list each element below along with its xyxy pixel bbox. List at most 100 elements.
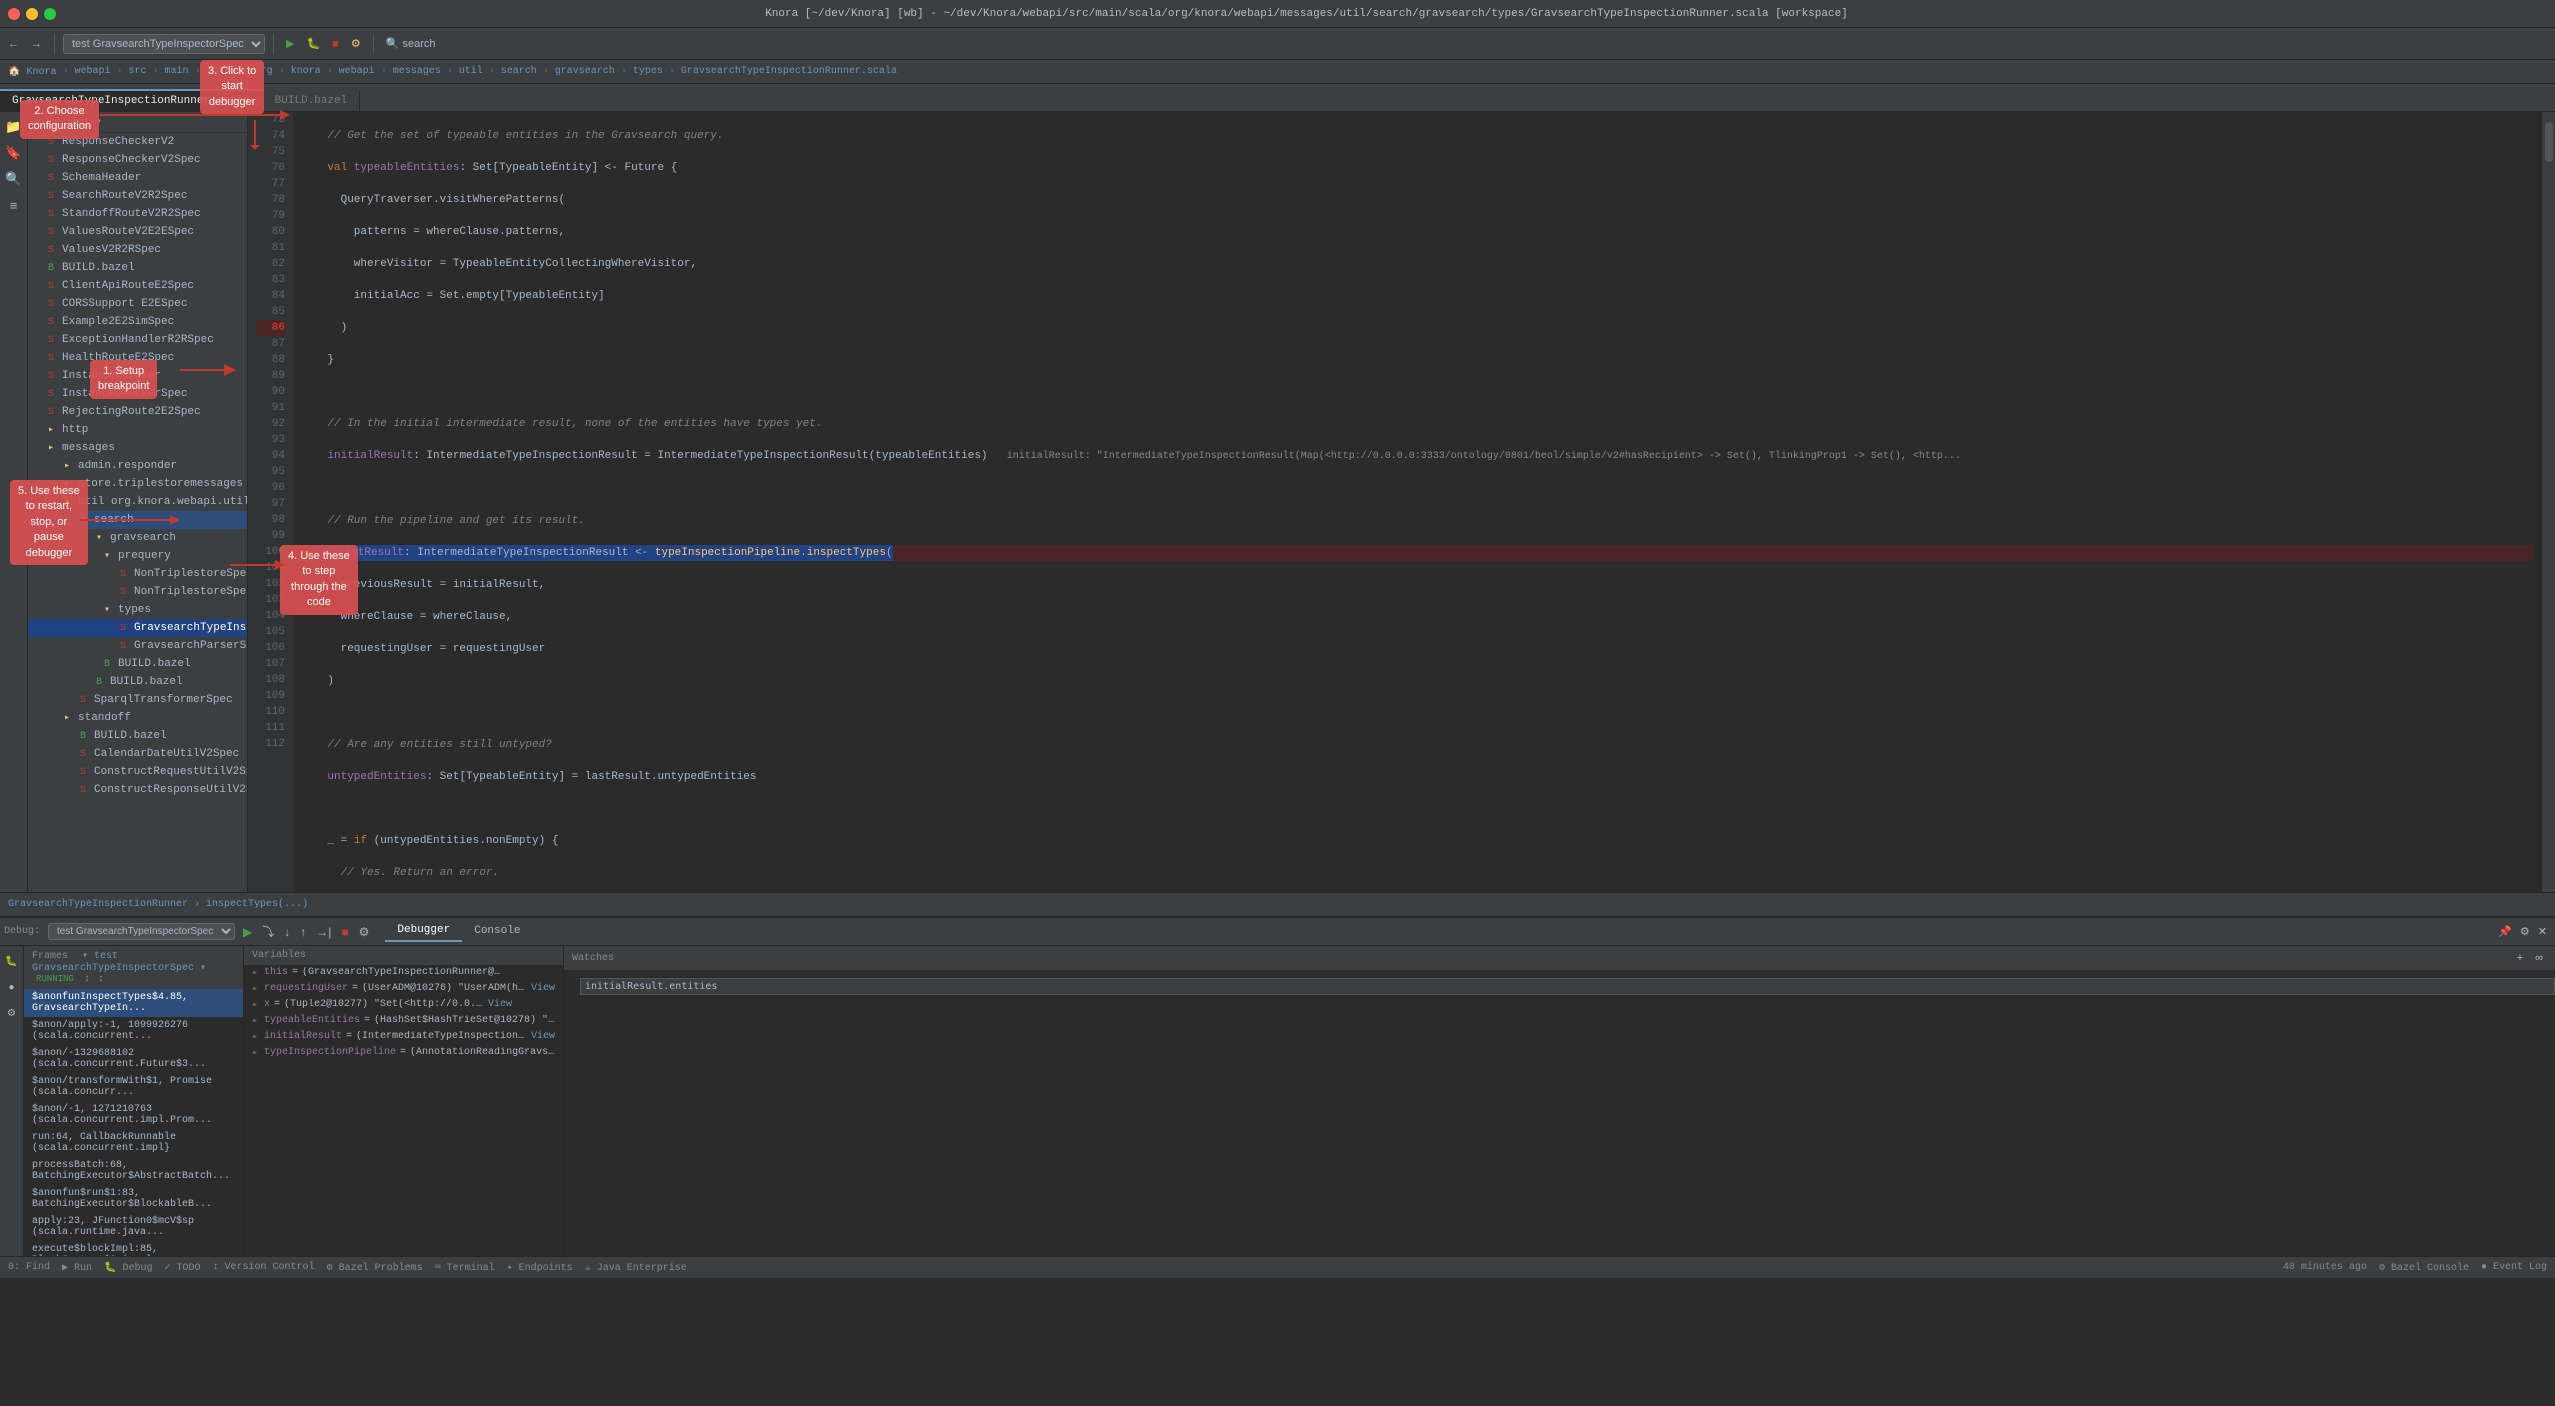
settings-button[interactable]: ⚙ (2516, 923, 2534, 940)
window-controls[interactable] (8, 8, 56, 20)
watches-input-area[interactable] (564, 970, 2555, 1003)
step-into-button[interactable]: ↓ (280, 923, 294, 941)
tree-ResponseCheckerV2Spec[interactable]: S ResponseCheckerV2Spec (28, 151, 247, 169)
tree-admin-responder[interactable]: ▸ admin.responder (28, 457, 247, 475)
frame-item-4[interactable]: $anon/-1, 1271210763 (scala.concurrent.i… (24, 1101, 243, 1129)
tree-BUILD-bazel-2[interactable]: B BUILD.bazel (28, 655, 247, 673)
minimize-button[interactable] (26, 8, 38, 20)
tree-ClientApiRouteE2Spec[interactable]: S ClientApiRouteE2Spec (28, 277, 247, 295)
frame-item-7[interactable]: $anonfun$run$1:83, BatchingExecutor$Bloc… (24, 1185, 243, 1213)
expand-icon[interactable]: ▸ (252, 967, 264, 979)
step-out-button[interactable]: ↑ (296, 923, 310, 941)
run-button[interactable]: ▶ (282, 35, 298, 52)
tree-Example2E2SimSpec[interactable]: S Example2E2SimSpec (28, 313, 247, 331)
status-vcs[interactable]: ↕ Version Control (213, 1262, 315, 1273)
settings-icon[interactable]: ⚙ (1, 1002, 23, 1024)
frame-item-8[interactable]: apply:23, JFunction0$mcV$sp (scala.runti… (24, 1213, 243, 1241)
resume-button[interactable]: ▶ (239, 923, 256, 941)
tree-ExceptionHandlerR2RSpec[interactable]: S ExceptionHandlerR2RSpec (28, 331, 247, 349)
expand-frames[interactable]: ↕ (84, 974, 90, 985)
code-container[interactable]: 73 74 75 76 77 78 79 80 81 82 83 84 85 8… (248, 112, 2541, 892)
frame-item-6[interactable]: processBatch:68, BatchingExecutor$Abstra… (24, 1157, 243, 1185)
nav-file[interactable]: GravsearchTypeInspectionRunner.scala (677, 64, 901, 79)
expand-icon[interactable]: ▸ (252, 983, 264, 995)
search-toolbar-button[interactable]: 🔍 search (382, 35, 440, 52)
status-event-log[interactable]: ● Event Log (2481, 1262, 2547, 1273)
var-x[interactable]: ▸ x = (Tuple2@10277) "Set(<http://0.0.0.… (244, 997, 563, 1013)
pin-button[interactable]: 📌 (2494, 923, 2516, 940)
tab-debugger[interactable]: Debugger (385, 920, 462, 942)
status-debug[interactable]: 🐛 Debug (104, 1262, 152, 1274)
close-debug-panel[interactable]: ✕ (2534, 923, 2551, 940)
tree-ValuesRouteV2E2ESpec[interactable]: S ValuesRouteV2E2ESpec (28, 223, 247, 241)
tree-BUILD-bazel-standoff[interactable]: B BUILD.bazel (28, 727, 247, 745)
var-typeableEntities[interactable]: ▸ typeableEntities = (HashSet$HashTrieSe… (244, 1013, 563, 1029)
nav-messages[interactable]: messages (389, 64, 445, 79)
run-config-dropdown[interactable]: test GravsearchTypeInspectorSpec (63, 34, 265, 54)
nav-knora[interactable]: 🏠 Knora (4, 64, 60, 80)
expand-icon[interactable]: ▸ (252, 1031, 264, 1043)
tree-messages-folder[interactable]: ▸ messages (28, 439, 247, 457)
tree-GravsearchParserSpec[interactable]: S GravsearchParserSpec (28, 637, 247, 655)
nav-src[interactable]: src (125, 64, 151, 79)
nav-gravsearch[interactable]: gravsearch (551, 64, 619, 79)
expand-icon[interactable]: ▸ (252, 999, 264, 1011)
tree-ValuesV2R2RSpec[interactable]: S ValuesV2R2RSpec (28, 241, 247, 259)
tree-RejectingRoute2E2Spec[interactable]: S RejectingRoute2E2Spec (28, 403, 247, 421)
frame-item-2[interactable]: $anon/-1329688102 (scala.concurrent.Futu… (24, 1045, 243, 1073)
nav-webapi2[interactable]: webapi (335, 64, 379, 79)
var-initialResult[interactable]: ▸ initialResult = (IntermediateTypeInspe… (244, 1029, 563, 1045)
tree-CORSSupport[interactable]: S CORSSupport E2ESpec (28, 295, 247, 313)
status-bazel-console[interactable]: ⚙ Bazel Console (2379, 1262, 2469, 1274)
tab-console[interactable]: Console (462, 921, 532, 941)
nav-main[interactable]: main (161, 64, 193, 79)
status-java[interactable]: ☕ Java Enterprise (585, 1262, 687, 1274)
forward-button[interactable]: → (27, 36, 46, 52)
tree-GravsearchTypeInspectorSpec[interactable]: S GravsearchTypeInspectorSpec (28, 619, 247, 637)
inspect-types-tab-label[interactable]: inspectTypes(...) (206, 899, 308, 910)
frame-item-3[interactable]: $anon/transformWith$1, Promise (scala.co… (24, 1073, 243, 1101)
code-content[interactable]: // Get the set of typeable entities in t… (293, 112, 2541, 892)
var-requestingUser[interactable]: ▸ requestingUser = (UserADM@10276) "User… (244, 981, 563, 997)
nav-util[interactable]: util (455, 64, 487, 79)
tree-BUILD-bazel-1[interactable]: B BUILD.bazel (28, 259, 247, 277)
expand-icon[interactable]: ▸ (252, 1047, 264, 1059)
tree-BUILD-bazel-3[interactable]: B BUILD.bazel (28, 673, 247, 691)
frame-item-9[interactable]: execute$blockImpl:85, BlockContext$8 (sc… (24, 1241, 243, 1256)
build-button[interactable]: ⚙ (347, 35, 365, 52)
tree-NonTriplesStoreTrans[interactable]: S NonTriplestoreSpecificToPrequeryTran (28, 583, 247, 601)
frame-item-5[interactable]: run:64, CallbackRunnable (scala.concurre… (24, 1129, 243, 1157)
step-over-button[interactable]: ⤵ (258, 921, 278, 942)
status-bazel-problems[interactable]: ⚙ Bazel Problems (327, 1262, 423, 1274)
run-to-cursor-button[interactable]: →| (312, 923, 335, 941)
view-link[interactable]: View (531, 983, 555, 994)
var-typeInspectionPipeline[interactable]: ▸ typeInspectionPipeline = (AnnotationRe… (244, 1045, 563, 1061)
nav-search[interactable]: search (497, 64, 541, 79)
view-link[interactable]: View (531, 1031, 555, 1042)
back-button[interactable]: ← (4, 36, 23, 52)
nav-knora2[interactable]: knora (287, 64, 325, 79)
tree-types-folder[interactable]: ▾ types (28, 601, 247, 619)
status-todo[interactable]: ✓ TODO (165, 1262, 201, 1274)
add-watch-button[interactable]: + (2513, 950, 2527, 966)
debugger-icon[interactable]: 🐛 (1, 950, 23, 972)
debug-run-config[interactable]: test GravsearchTypeInspectorSpec (48, 923, 235, 940)
watches-input[interactable] (580, 978, 2555, 995)
nav-webapi[interactable]: webapi (70, 64, 114, 79)
find-button[interactable]: 🔍 (3, 168, 25, 190)
editor-scrollbar[interactable] (2541, 112, 2555, 892)
status-terminal[interactable]: ⌨ Terminal (435, 1262, 495, 1274)
expand-icon[interactable]: ▸ (252, 1015, 264, 1027)
tree-SearchRouteV2R2Spec[interactable]: S SearchRouteV2R2Spec (28, 187, 247, 205)
tree-standoff-folder[interactable]: ▸ standoff (28, 709, 247, 727)
view-link[interactable]: View (488, 999, 512, 1010)
breakpoints-icon[interactable]: ● (1, 976, 23, 998)
debug-button[interactable]: 🐛 (302, 35, 324, 52)
tree-NonTriplesStoreCount[interactable]: S NonTriplestoreSpecificGravsearchToCoun… (28, 565, 247, 583)
expand-watch-button[interactable]: ∞ (2531, 950, 2547, 966)
close-button[interactable] (8, 8, 20, 20)
tree-CalendarDateUtilV2Spec[interactable]: S CalendarDateUtilV2Spec (28, 745, 247, 763)
tree-SchemaHeader[interactable]: S SchemaHeader (28, 169, 247, 187)
tree-SparqlTransformerSpec[interactable]: S SparqlTransformerSpec (28, 691, 247, 709)
nav-types[interactable]: types (629, 64, 667, 79)
